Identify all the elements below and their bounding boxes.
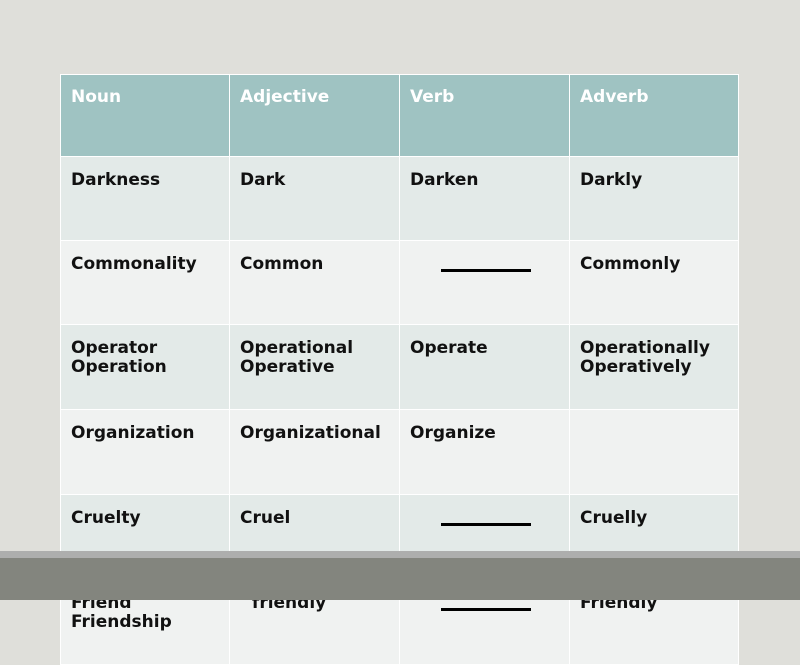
table-row: Commonality Common Commonly — [60, 240, 739, 325]
table-cell-adverb: Darkly — [569, 156, 739, 241]
cell-content: Cruelty — [71, 508, 221, 528]
table-row: Darkness Dark Darken Darkly — [60, 156, 739, 241]
cell-text-line: Operational — [240, 338, 354, 358]
cell-text-line: Organize — [410, 423, 496, 443]
cell-text-line: Organizational — [240, 423, 381, 443]
column-header-verb: Verb — [399, 74, 570, 157]
table-cell-adjective: Organizational — [229, 409, 400, 495]
cell-content — [410, 269, 561, 272]
cell-text-line: Operative — [240, 357, 335, 378]
cell-content: Organize — [410, 423, 561, 443]
table-cell-noun: Operator Operation — [60, 324, 230, 410]
table-cell-noun: Darkness — [60, 156, 230, 241]
table-row: Operator Operation Operational Operative Ope… — [60, 324, 739, 410]
cell-content: Commonly — [580, 254, 730, 274]
blank-answer-line — [440, 608, 531, 611]
table-cell-adverb — [569, 409, 739, 495]
cell-content: Cruel — [240, 508, 391, 528]
table-cell-adverb: Operationally Operatively — [569, 324, 739, 410]
table-cell-adjective: Dark — [229, 156, 400, 241]
cell-content: Darken — [410, 170, 561, 190]
cell-text-line: Operationally — [580, 338, 710, 358]
cell-content: Operator Operation — [71, 338, 221, 378]
cell-text-line: Darkness — [71, 170, 161, 190]
cell-text-line: Operatively — [580, 357, 692, 378]
cell-content — [410, 608, 561, 611]
cell-content: Organization — [71, 423, 221, 443]
cell-text-line: Cruel — [240, 508, 291, 528]
column-header-adjective: Adjective — [229, 74, 400, 157]
cell-content: Operationally Operatively — [580, 338, 730, 378]
cell-content: Darkness — [71, 170, 221, 190]
table-cell-verb — [399, 240, 570, 325]
table-cell-noun: Organization — [60, 409, 230, 495]
table-cell-noun: Commonality — [60, 240, 230, 325]
cell-text-line: Cruelty — [71, 508, 141, 528]
table-cell-adverb: Commonly — [569, 240, 739, 325]
cell-content: Cruelly — [580, 508, 730, 528]
cell-content: Darkly — [580, 170, 730, 190]
cell-text-line: Cruelly — [580, 508, 648, 528]
cell-text-line: Organization — [71, 423, 195, 443]
cell-text-line: Darken — [410, 170, 479, 190]
cell-text-line: Common — [240, 254, 324, 274]
cell-content: Operational Operative — [240, 338, 391, 378]
cell-content: Dark — [240, 170, 391, 190]
cell-text-line: Commonly — [580, 254, 681, 274]
slide-canvas: Noun Adjective Verb Adverb Darkness Dark D… — [0, 0, 800, 665]
column-header-noun: Noun — [60, 74, 230, 157]
cell-text-line: Operation — [71, 357, 167, 378]
footer-light-bar — [0, 551, 800, 558]
table-header-row: Noun Adjective Verb Adverb — [60, 74, 739, 157]
cell-text-line: Friendship — [71, 612, 172, 633]
cell-text-line: Operator — [71, 338, 158, 358]
table-cell-verb: Organize — [399, 409, 570, 495]
blank-answer-line — [440, 523, 531, 526]
footer-dark-bar — [0, 558, 800, 600]
cell-text-line: Commonality — [71, 254, 197, 274]
table-row: Organization Organizational Organize — [60, 409, 739, 495]
table-cell-verb: Operate — [399, 324, 570, 410]
table-cell-adjective: Operational Operative — [229, 324, 400, 410]
table-header: Noun Adjective Verb Adverb — [60, 74, 739, 157]
cell-text-line: Operate — [410, 338, 488, 358]
table-cell-adjective: Common — [229, 240, 400, 325]
blank-answer-line — [440, 269, 531, 272]
cell-content: Organizational — [240, 423, 391, 443]
column-header-adverb: Adverb — [569, 74, 739, 157]
cell-content: Commonality — [71, 254, 221, 274]
cell-text-line: Darkly — [580, 170, 643, 190]
table-cell-verb: Darken — [399, 156, 570, 241]
cell-content: Common — [240, 254, 391, 274]
cell-content — [410, 523, 561, 526]
cell-content: Operate — [410, 338, 561, 358]
cell-text-line: Dark — [240, 170, 286, 190]
